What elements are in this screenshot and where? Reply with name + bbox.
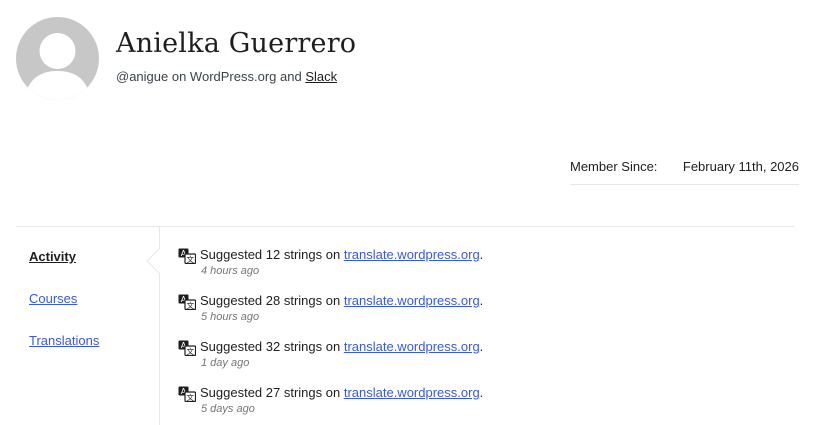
tab-courses[interactable]: Courses (29, 291, 77, 306)
translate-icon: A文 (178, 386, 197, 403)
profile-handle-line: @anigue on WordPress.org and Slack (116, 69, 337, 84)
activity-text: Suggested 28 strings on translate.wordpr… (200, 293, 484, 308)
translate-icon: A文 (178, 294, 197, 311)
svg-text:文: 文 (187, 300, 195, 310)
activity-item: A文 Suggested 27 strings on translate.wor… (178, 384, 778, 424)
activity-text: Suggested 27 strings on translate.wordpr… (200, 385, 484, 400)
member-since-row: Member Since: February 11th, 2026 (570, 152, 799, 185)
member-since-label: Member Since: (570, 159, 658, 174)
translate-link[interactable]: translate.wordpress.org (344, 293, 480, 308)
tab-activity[interactable]: Activity (29, 249, 76, 264)
profile-handle: @anigue (116, 69, 169, 84)
activity-item: A文 Suggested 12 strings on translate.wor… (178, 246, 778, 286)
activity-text: Suggested 32 strings on translate.wordpr… (200, 339, 484, 354)
svg-text:文: 文 (187, 346, 195, 356)
tab-translations[interactable]: Translations (29, 333, 99, 348)
translate-icon: A文 (178, 248, 197, 265)
svg-text:文: 文 (187, 254, 195, 264)
translate-link[interactable]: translate.wordpress.org (344, 247, 480, 262)
activity-text: Suggested 12 strings on translate.wordpr… (200, 247, 484, 262)
profile-handle-suffix: on WordPress.org and (168, 69, 306, 84)
translate-link[interactable]: translate.wordpress.org (344, 339, 480, 354)
avatar (16, 17, 99, 100)
translate-link[interactable]: translate.wordpress.org (344, 385, 480, 400)
profile-tabs-nav: Activity Courses Translations (16, 227, 160, 425)
slack-link[interactable]: Slack (305, 69, 337, 84)
activity-time: 4 hours ago (201, 265, 260, 277)
svg-text:文: 文 (187, 392, 195, 402)
activity-item: A文 Suggested 32 strings on translate.wor… (178, 338, 778, 378)
profile-name: Anielka Guerrero (116, 28, 357, 59)
member-since-value: February 11th, 2026 (682, 159, 799, 174)
translate-icon: A文 (178, 340, 197, 357)
activity-item: A文 Suggested 28 strings on translate.wor… (178, 292, 778, 332)
activity-time: 5 hours ago (201, 311, 260, 323)
activity-time: 5 days ago (201, 403, 255, 415)
activity-time: 1 day ago (201, 357, 250, 369)
